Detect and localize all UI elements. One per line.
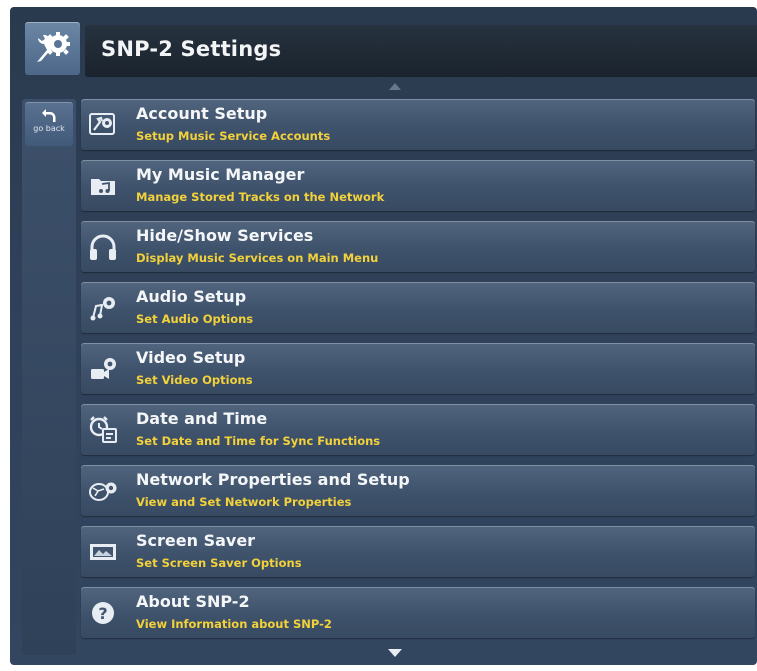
menu-item-subtitle: Manage Stored Tracks on the Network <box>136 190 385 204</box>
go-back-button[interactable]: go back <box>25 102 73 146</box>
menu-item-subtitle: View Information about SNP-2 <box>136 617 332 631</box>
settings-window: SNP-2 Settings go back Account Setup Set… <box>10 7 757 665</box>
menu-item-title: Screen Saver <box>136 531 256 550</box>
scroll-down-button[interactable] <box>386 647 404 659</box>
side-nav: go back <box>22 99 76 655</box>
chevron-down-icon <box>388 649 402 657</box>
audio-gear-icon <box>87 292 119 324</box>
video-camera-gear-icon <box>87 353 119 385</box>
alarm-clock-calendar-icon <box>87 414 119 446</box>
menu-item-title: My Music Manager <box>136 165 305 184</box>
title-bar: SNP-2 Settings <box>85 25 757 77</box>
go-back-label: go back <box>33 124 65 133</box>
menu-item-network-properties[interactable]: Network Properties and Setup View and Se… <box>81 465 755 516</box>
settings-menu: Account Setup Setup Music Service Accoun… <box>81 99 755 648</box>
menu-item-account-setup[interactable]: Account Setup Setup Music Service Accoun… <box>81 99 755 150</box>
menu-item-video-setup[interactable]: Video Setup Set Video Options <box>81 343 755 394</box>
menu-item-title: Date and Time <box>136 409 268 428</box>
music-folder-icon <box>87 170 119 202</box>
menu-item-audio-setup[interactable]: Audio Setup Set Audio Options <box>81 282 755 333</box>
page-title: SNP-2 Settings <box>101 37 282 61</box>
menu-item-title: Audio Setup <box>136 287 247 306</box>
menu-item-subtitle: Set Video Options <box>136 373 253 387</box>
menu-item-title: About SNP-2 <box>136 592 250 611</box>
account-setup-icon <box>87 109 119 141</box>
menu-item-subtitle: Set Date and Time for Sync Functions <box>136 434 381 448</box>
scroll-up-button[interactable] <box>386 80 404 92</box>
menu-item-title: Hide/Show Services <box>136 226 314 245</box>
chevron-up-icon <box>389 82 401 90</box>
svg-text:?: ? <box>98 604 107 623</box>
menu-item-subtitle: Set Audio Options <box>136 312 254 326</box>
question-mark-icon: ? <box>87 597 119 629</box>
settings-logo <box>25 22 80 75</box>
menu-item-subtitle: View and Set Network Properties <box>136 495 352 509</box>
wrench-gear-icon <box>36 31 70 62</box>
menu-item-title: Account Setup <box>136 104 268 123</box>
back-arrow-icon <box>42 109 56 122</box>
menu-item-subtitle: Set Screen Saver Options <box>136 556 302 570</box>
menu-item-title: Video Setup <box>136 348 246 367</box>
screen-saver-icon <box>87 536 119 568</box>
network-gear-icon <box>87 475 119 507</box>
headphones-icon <box>87 231 119 263</box>
menu-item-my-music-manager[interactable]: My Music Manager Manage Stored Tracks on… <box>81 160 755 211</box>
menu-item-subtitle: Display Music Services on Main Menu <box>136 251 379 265</box>
menu-item-hide-show-services[interactable]: Hide/Show Services Display Music Service… <box>81 221 755 272</box>
menu-item-subtitle: Setup Music Service Accounts <box>136 129 331 143</box>
menu-item-screen-saver[interactable]: Screen Saver Set Screen Saver Options <box>81 526 755 577</box>
menu-item-title: Network Properties and Setup <box>136 470 410 489</box>
menu-item-date-and-time[interactable]: Date and Time Set Date and Time for Sync… <box>81 404 755 455</box>
menu-item-about[interactable]: ? About SNP-2 View Information about SNP… <box>81 587 755 638</box>
